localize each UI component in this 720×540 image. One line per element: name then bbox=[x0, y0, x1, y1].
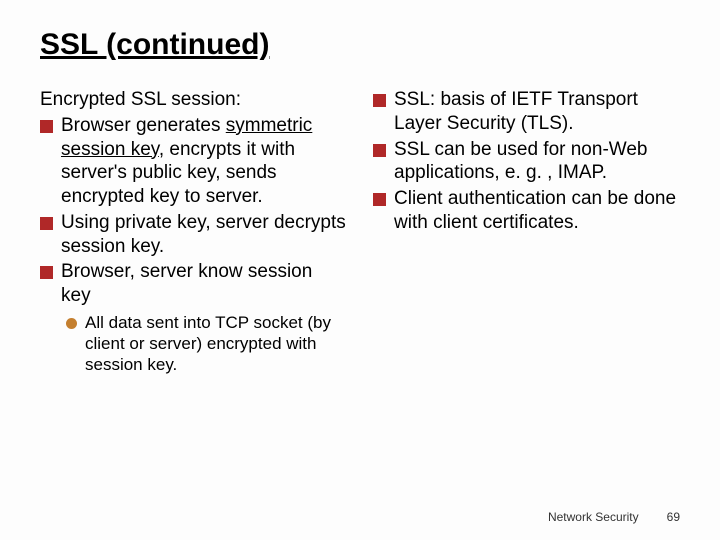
left-subhead: Encrypted SSL session: bbox=[40, 88, 347, 112]
sub-list-item: All data sent into TCP socket (by client… bbox=[66, 312, 347, 376]
slide-footer: Network Security 69 bbox=[548, 510, 680, 524]
bullet-text: Client authentication can be done with c… bbox=[394, 187, 680, 235]
square-bullet-icon bbox=[373, 94, 386, 107]
sub-bullet-text: All data sent into TCP socket (by client… bbox=[85, 312, 347, 376]
list-item: SSL: basis of IETF Transport Layer Secur… bbox=[373, 88, 680, 136]
left-column: Encrypted SSL session: Browser generates… bbox=[40, 88, 347, 376]
circle-bullet-icon bbox=[66, 318, 77, 329]
bullet-text: Browser generates symmetric session key,… bbox=[61, 114, 347, 209]
text-fragment: Browser generates bbox=[61, 115, 226, 136]
square-bullet-icon bbox=[373, 144, 386, 157]
list-item: Client authentication can be done with c… bbox=[373, 187, 680, 235]
bullet-text: Using private key, server decrypts sessi… bbox=[61, 211, 347, 259]
list-item: Using private key, server decrypts sessi… bbox=[40, 211, 347, 259]
square-bullet-icon bbox=[373, 193, 386, 206]
content-columns: Encrypted SSL session: Browser generates… bbox=[40, 88, 680, 376]
list-item: Browser, server know session key bbox=[40, 260, 347, 308]
square-bullet-icon bbox=[40, 120, 53, 133]
list-item: SSL can be used for non-Web applications… bbox=[373, 138, 680, 186]
bullet-text: SSL can be used for non-Web applications… bbox=[394, 138, 680, 186]
bullet-text: SSL: basis of IETF Transport Layer Secur… bbox=[394, 88, 680, 136]
right-column: SSL: basis of IETF Transport Layer Secur… bbox=[373, 88, 680, 376]
page-number: 69 bbox=[667, 510, 680, 524]
square-bullet-icon bbox=[40, 217, 53, 230]
bullet-text: Browser, server know session key bbox=[61, 260, 347, 308]
square-bullet-icon bbox=[40, 266, 53, 279]
slide-title: SSL (continued) bbox=[40, 28, 680, 62]
footer-label: Network Security bbox=[548, 510, 639, 524]
list-item: Browser generates symmetric session key,… bbox=[40, 114, 347, 209]
